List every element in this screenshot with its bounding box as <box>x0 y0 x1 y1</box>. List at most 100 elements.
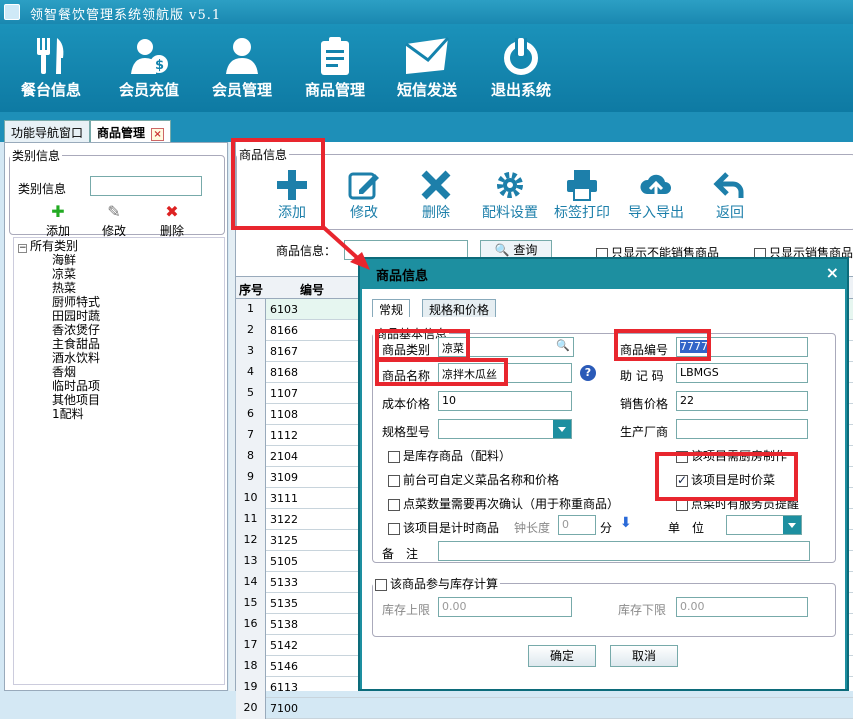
timed-item-checkbox[interactable]: 该项目是计时商品 <box>388 519 499 536</box>
stock-item-checkbox[interactable]: 是库存商品（配料） <box>388 447 511 464</box>
cost-field[interactable]: 10 <box>438 391 572 411</box>
ok-button[interactable]: 确定 <box>528 645 596 667</box>
stock-calc-checkbox[interactable]: 该商品参与库存计算 <box>373 575 500 592</box>
table-row[interactable]: 20 7100 <box>236 698 853 719</box>
service-prompt-checkbox[interactable]: 点菜时有服务员提醒 <box>676 495 799 512</box>
goods-group-title: 商品信息 <box>239 148 288 162</box>
tree-item[interactable]: 酒水饮料 <box>52 351 100 365</box>
tab-nav-window[interactable]: 功能导航窗口 <box>4 120 91 142</box>
tab-spec-price[interactable]: 规格和价格 <box>422 299 497 317</box>
category-delete-button[interactable]: ✖ 删除 <box>152 204 192 239</box>
tree-item[interactable]: 主食甜品 <box>52 337 100 351</box>
app-icon <box>4 4 20 20</box>
sale-field-label: 销售价格 <box>620 397 669 411</box>
category-tree: − 所有类别 海鲜 凉菜 热菜 厨师特式 田园时蔬 香浓煲仔 主食甜品 酒水饮料 … <box>13 237 225 685</box>
maker-field[interactable] <box>676 419 808 439</box>
arrow-down-icon[interactable]: ⬇ <box>620 515 632 531</box>
tab-goods-manage[interactable]: 商品管理 × <box>90 120 172 142</box>
spec-dropdown[interactable] <box>438 419 572 439</box>
goods-add-label: 添加 <box>278 205 306 221</box>
checkbox-box[interactable] <box>676 473 688 487</box>
category-edit-button[interactable]: ✎ 修改 <box>94 204 134 239</box>
category-add-button[interactable]: ✚ 添加 <box>38 204 78 239</box>
row-number: 11 <box>236 509 266 530</box>
cancel-button[interactable]: 取消 <box>610 645 678 667</box>
category-edit-label: 修改 <box>101 224 126 238</box>
code-field[interactable]: 7777 <box>676 337 808 357</box>
exit-button[interactable]: 退出系统 <box>478 30 564 106</box>
tab-close-icon[interactable]: × <box>151 128 165 141</box>
row-number: 8 <box>236 446 266 467</box>
grid-header-no[interactable]: 序号 <box>239 281 263 298</box>
tree-item[interactable]: 香烟 <box>52 365 76 379</box>
sms-button[interactable]: 短信发送 <box>384 30 470 106</box>
custom-name-price-checkbox[interactable]: 前台可自定义菜品名称和价格 <box>388 471 559 488</box>
dialog-titlebar[interactable]: 商品信息 × <box>360 259 847 287</box>
label-print-label: 标签打印 <box>554 205 610 221</box>
tree-item[interactable]: 临时品项 <box>52 379 100 393</box>
remark-field[interactable] <box>438 541 810 561</box>
name-field[interactable]: 凉拌木瓜丝 <box>438 363 572 383</box>
tree-item[interactable]: 凉菜 <box>52 267 76 281</box>
category-input[interactable] <box>90 176 202 196</box>
back-button[interactable]: 返回 <box>710 168 750 222</box>
tree-root[interactable]: − 所有类别 <box>18 239 78 253</box>
row-code: 5142 <box>270 639 298 652</box>
tree-item[interactable]: 香浓煲仔 <box>52 323 100 337</box>
stock-upper-field[interactable]: 0.00 <box>438 597 572 617</box>
tree-item[interactable]: 厨师特式 <box>52 295 100 309</box>
search-icon[interactable]: 🔍 <box>556 339 570 352</box>
row-number: 18 <box>236 656 266 677</box>
category-delete-label: 删除 <box>159 224 184 238</box>
tree-item[interactable]: 田园时蔬 <box>52 309 100 323</box>
row-number: 20 <box>236 698 266 719</box>
goods-delete-button[interactable]: 删除 <box>416 168 456 222</box>
category-panel: 类别信息 类别信息 ✚ 添加 ✎ 修改 ✖ 删除 − 所有类别 海鲜 凉菜 热菜 厨师特… <box>4 142 228 691</box>
tree-item[interactable]: 海鲜 <box>52 253 76 267</box>
checkbox-box[interactable] <box>388 474 400 487</box>
unit-dropdown[interactable] <box>726 515 802 535</box>
tables-button-label: 餐台信息 <box>20 81 81 99</box>
code-field-label: 商品编号 <box>620 343 669 357</box>
checkbox-box[interactable] <box>388 522 400 535</box>
market-price-checkbox[interactable]: 该项目是时价菜 <box>676 471 780 488</box>
member-money-icon: $ <box>131 39 168 74</box>
tab-general[interactable]: 常规 <box>372 299 411 317</box>
member-manage-button[interactable]: 会员管理 <box>198 30 286 106</box>
checkbox-box[interactable] <box>676 498 688 511</box>
tables-button[interactable]: 餐台信息 <box>8 30 94 106</box>
need-kitchen-checkbox[interactable]: 该项目需厨房制作 <box>676 447 787 464</box>
goods-add-button[interactable]: 添加 <box>272 168 312 222</box>
goods-manage-button[interactable]: 商品管理 <box>292 30 378 106</box>
tree-item[interactable]: 其他项目 <box>52 393 100 407</box>
tree-item[interactable]: 1配料 <box>52 407 84 421</box>
collapse-icon[interactable]: − <box>18 244 27 253</box>
import-export-button[interactable]: 导入导出 <box>624 168 688 222</box>
goods-info-dialog: 商品信息 × 常规 规格和价格 商品基本信息 商品类别 凉菜 🔍 商品编号 777… <box>358 257 849 691</box>
cost-field-label: 成本价格 <box>382 397 431 411</box>
checkbox-box[interactable] <box>676 450 688 463</box>
ingredient-setup-button[interactable]: 配料设置 <box>478 168 542 222</box>
back-label: 返回 <box>716 205 744 221</box>
remark-label: 备 注 <box>382 547 419 561</box>
checkbox-box[interactable] <box>388 498 400 511</box>
checkbox-box[interactable] <box>388 450 400 463</box>
goods-edit-button[interactable]: 修改 <box>344 168 384 222</box>
checkbox-box[interactable] <box>375 578 387 591</box>
category-field[interactable]: 凉菜 🔍 <box>438 337 574 357</box>
minutes-field[interactable]: 0 <box>558 515 596 535</box>
help-icon[interactable]: ? <box>580 365 596 381</box>
stock-lower-field[interactable]: 0.00 <box>676 597 808 617</box>
service-prompt-label: 点菜时有服务员提醒 <box>691 497 800 511</box>
mnemonic-field[interactable]: LBMGS <box>676 363 808 383</box>
search-button-label: 查询 <box>513 243 538 257</box>
label-print-button[interactable]: 标签打印 <box>550 168 614 222</box>
sale-field[interactable]: 22 <box>676 391 808 411</box>
member-recharge-button[interactable]: $ 会员充值 <box>104 30 194 106</box>
sms-label: 短信发送 <box>396 81 457 99</box>
dialog-close-icon[interactable]: × <box>826 263 839 282</box>
grid-header-code[interactable]: 编号 <box>300 281 324 298</box>
tree-item[interactable]: 热菜 <box>52 281 76 295</box>
need-kitchen-label: 该项目需厨房制作 <box>691 449 788 463</box>
confirm-qty-checkbox[interactable]: 点菜数量需要再次确认（用于称重商品） <box>388 495 619 512</box>
